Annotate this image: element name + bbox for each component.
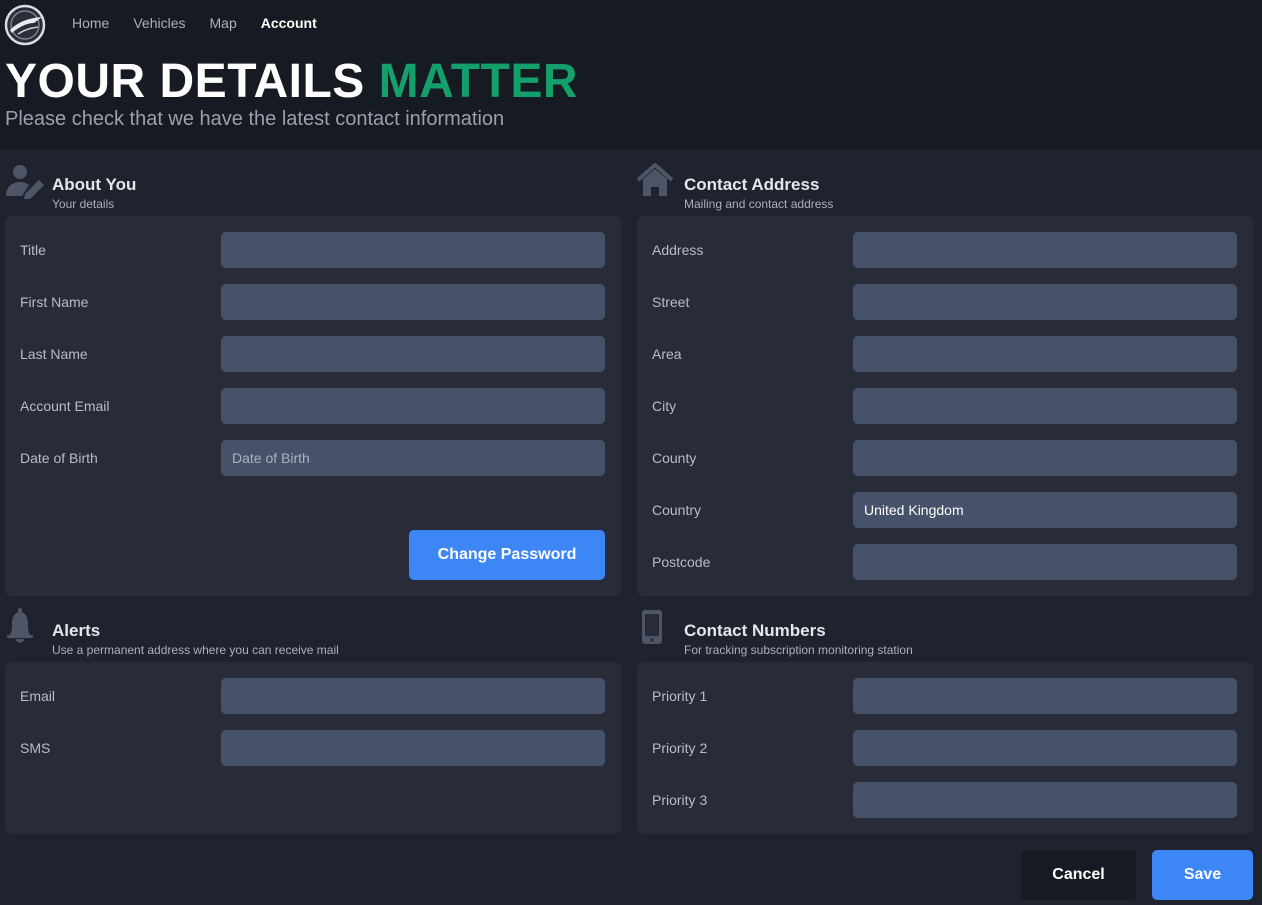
priority-1-input[interactable] bbox=[853, 678, 1237, 714]
alert-sms-label: SMS bbox=[20, 740, 51, 756]
contact-address-header: Contact Address Mailing and contact addr… bbox=[636, 160, 1237, 211]
mobile-phone-icon bbox=[637, 606, 677, 646]
alert-sms-input[interactable] bbox=[221, 730, 605, 766]
nav-vehicles[interactable]: Vehicles bbox=[133, 15, 185, 31]
city-label: City bbox=[652, 398, 677, 414]
alerts-card: Email SMS bbox=[5, 662, 621, 834]
save-button[interactable]: Save bbox=[1152, 850, 1253, 900]
contact-address-title: Contact Address bbox=[684, 175, 820, 194]
globe-arrow-logo[interactable] bbox=[4, 4, 46, 46]
priority-3-row: Priority 3 bbox=[637, 782, 1253, 818]
nav-account[interactable]: Account bbox=[261, 15, 317, 31]
nav-home[interactable]: Home bbox=[72, 15, 109, 31]
last-name-input[interactable] bbox=[221, 336, 605, 372]
house-icon bbox=[636, 160, 677, 200]
contact-address-card: Address Street Area City County Country … bbox=[637, 216, 1253, 596]
priority-1-row: Priority 1 bbox=[637, 678, 1253, 714]
contact-numbers-header: Contact Numbers For tracking subscriptio… bbox=[637, 606, 1237, 657]
postcode-label: Postcode bbox=[652, 554, 711, 570]
county-label: County bbox=[652, 450, 697, 466]
area-input[interactable] bbox=[853, 336, 1237, 372]
postcode-input[interactable] bbox=[853, 544, 1237, 580]
alert-email-row: Email bbox=[5, 678, 621, 714]
country-input[interactable] bbox=[853, 492, 1237, 528]
change-password-button[interactable]: Change Password bbox=[409, 530, 605, 580]
postcode-row: Postcode bbox=[637, 544, 1253, 580]
about-you-card: Title First Name Last Name Account Email… bbox=[5, 216, 621, 596]
street-input[interactable] bbox=[853, 284, 1237, 320]
contact-numbers-subtitle: For tracking subscription monitoring sta… bbox=[684, 643, 913, 657]
alerts-subtitle: Use a permanent address where you can re… bbox=[52, 643, 339, 657]
first-name-label: First Name bbox=[20, 294, 89, 310]
first-name-input[interactable] bbox=[221, 284, 605, 320]
title-label: Title bbox=[20, 242, 46, 258]
about-you-title: About You bbox=[52, 175, 137, 194]
address-input[interactable] bbox=[853, 232, 1237, 268]
main-nav: Home Vehicles Map Account bbox=[72, 15, 341, 31]
priority-3-label: Priority 3 bbox=[652, 792, 708, 808]
alert-sms-row: SMS bbox=[5, 730, 621, 766]
last-name-row: Last Name bbox=[5, 336, 621, 372]
account-email-input[interactable] bbox=[221, 388, 605, 424]
city-input[interactable] bbox=[853, 388, 1237, 424]
first-name-row: First Name bbox=[5, 284, 621, 320]
street-row: Street bbox=[637, 284, 1253, 320]
priority-1-label: Priority 1 bbox=[652, 688, 708, 704]
contact-numbers-title: Contact Numbers bbox=[684, 621, 826, 640]
priority-3-input[interactable] bbox=[853, 782, 1237, 818]
contact-address-subtitle: Mailing and contact address bbox=[684, 197, 834, 211]
address-row: Address bbox=[637, 232, 1253, 268]
street-label: Street bbox=[652, 294, 690, 310]
page-subtitle: Please check that we have the latest con… bbox=[5, 108, 505, 130]
about-you-header: About You Your details bbox=[5, 160, 605, 211]
user-edit-icon bbox=[5, 160, 45, 200]
about-you-subtitle: Your details bbox=[52, 197, 115, 211]
alerts-header: Alerts Use a permanent address where you… bbox=[5, 606, 605, 657]
date-of-birth-label: Date of Birth bbox=[20, 450, 98, 466]
page-title: YOUR DETAILS MATTER bbox=[5, 56, 578, 108]
last-name-label: Last Name bbox=[20, 346, 88, 362]
account-email-row: Account Email bbox=[5, 388, 621, 424]
page-title-accent: MATTER bbox=[378, 55, 579, 108]
cancel-button[interactable]: Cancel bbox=[1021, 850, 1136, 900]
priority-2-input[interactable] bbox=[853, 730, 1237, 766]
county-row: County bbox=[637, 440, 1253, 476]
date-of-birth-row: Date of Birth bbox=[5, 440, 621, 476]
city-row: City bbox=[637, 388, 1253, 424]
bell-icon bbox=[5, 606, 45, 646]
alert-email-label: Email bbox=[20, 688, 56, 704]
area-row: Area bbox=[637, 336, 1253, 372]
nav-map[interactable]: Map bbox=[210, 15, 237, 31]
header-band: Home Vehicles Map Account YOUR DETAILS M… bbox=[0, 0, 1262, 150]
title-row: Title bbox=[5, 232, 621, 268]
date-of-birth-input[interactable] bbox=[221, 440, 605, 476]
alerts-title: Alerts bbox=[52, 621, 101, 640]
title-input[interactable] bbox=[221, 232, 605, 268]
priority-2-row: Priority 2 bbox=[637, 730, 1253, 766]
priority-2-label: Priority 2 bbox=[652, 740, 708, 756]
account-email-label: Account Email bbox=[20, 398, 110, 414]
country-row: Country bbox=[637, 492, 1253, 528]
page-title-main: YOUR DETAILS bbox=[5, 55, 379, 108]
address-label: Address bbox=[652, 242, 704, 258]
alert-email-input[interactable] bbox=[221, 678, 605, 714]
county-input[interactable] bbox=[853, 440, 1237, 476]
country-label: Country bbox=[652, 502, 702, 518]
contact-numbers-card: Priority 1 Priority 2 Priority 3 bbox=[637, 662, 1253, 834]
area-label: Area bbox=[652, 346, 682, 362]
